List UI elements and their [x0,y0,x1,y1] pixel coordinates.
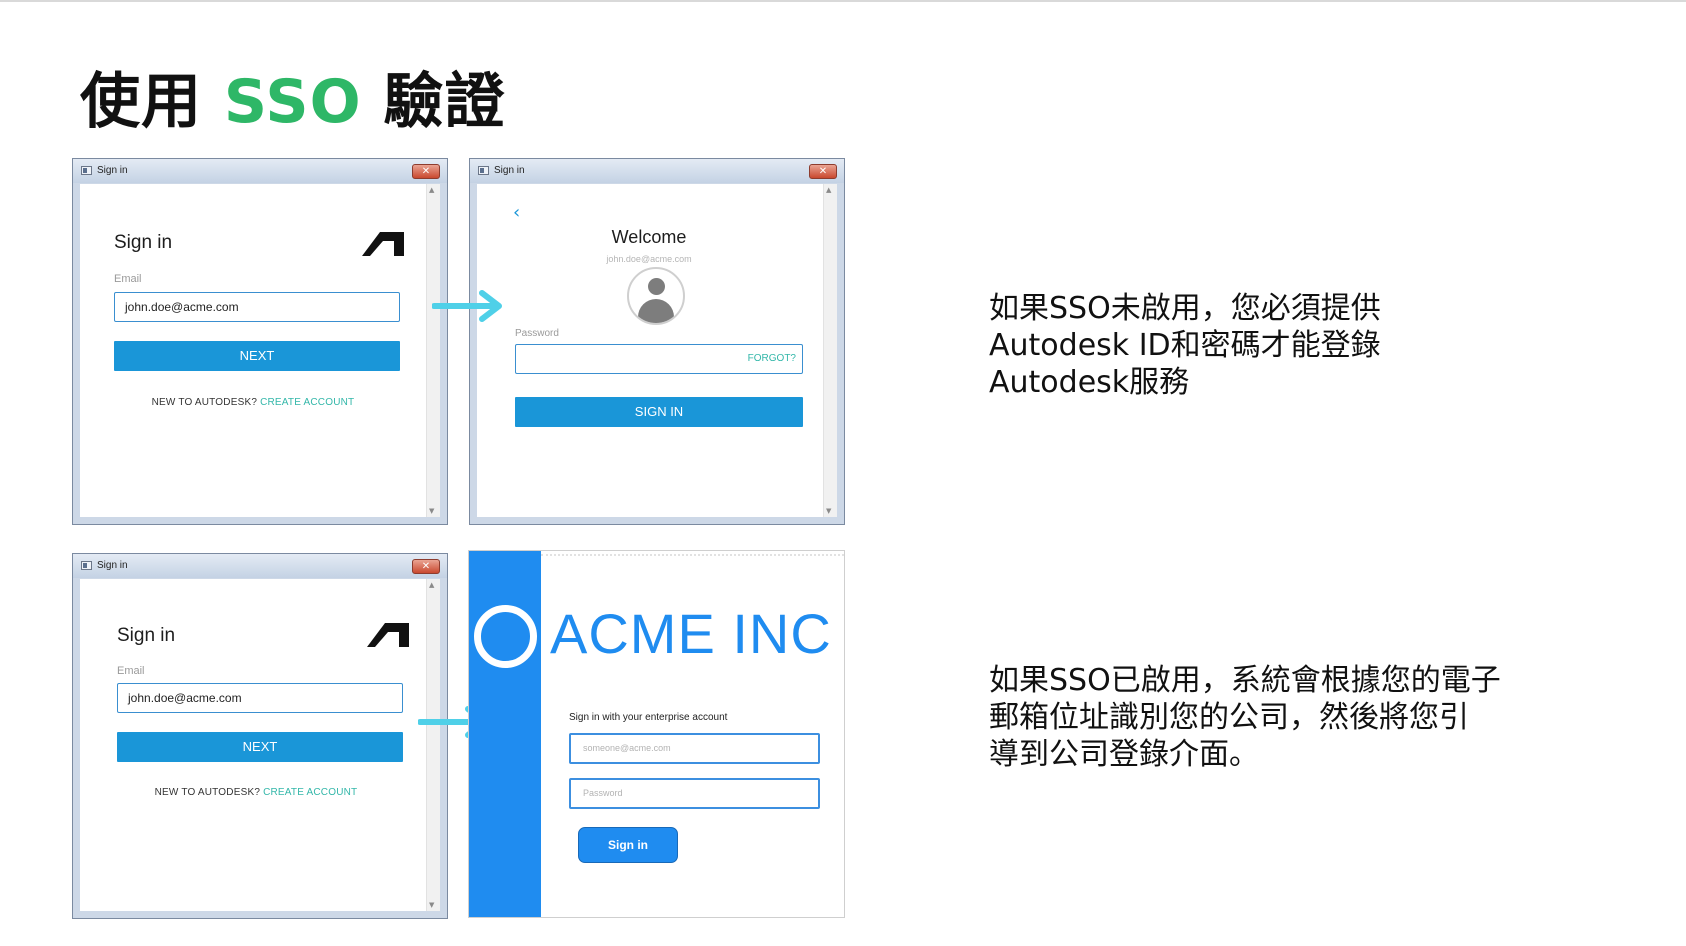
enterprise-email-input[interactable]: someone@acme.com [569,733,820,764]
acme-enterprise-signin: ACME INC Sign in with your enterprise ac… [468,550,845,918]
close-icon[interactable]: ✕ [809,164,837,179]
next-button[interactable]: NEXT [117,732,403,762]
window-title: Sign in [494,165,525,176]
scroll-up-icon[interactable]: ▲ [429,581,434,589]
enterprise-signin-button[interactable]: Sign in [578,827,678,863]
signin-heading: Sign in [114,232,173,253]
title-prefix: 使用 [80,67,224,137]
sso-enabled-description: 如果SSO已啟用，系統會根據您的電子 郵箱位址識別您的公司，然後將您引 導到公司… [989,663,1501,772]
email-field[interactable]: john.doe@acme.com [117,683,403,713]
title-suffix: 驗證 [361,67,506,137]
vertical-scrollbar[interactable]: ▲ ▼ [823,184,837,517]
password-window: Sign in ✕ ‹ Welcome john.doe@acme.com Pa… [469,158,845,525]
window-title: Sign in [97,165,128,176]
window-title: Sign in [97,560,128,571]
app-icon [478,166,489,175]
scroll-down-icon[interactable]: ▼ [826,507,831,515]
window-titlebar[interactable]: Sign in ✕ [73,554,447,578]
signin-window-top: Sign in ✕ Sign in Email john.doe@acme.co… [72,158,448,525]
welcome-email: john.doe@acme.com [606,254,692,264]
enterprise-account-label: Sign in with your enterprise account [569,712,728,723]
vertical-scrollbar[interactable]: ▲ ▼ [426,579,440,911]
scroll-down-icon[interactable]: ▼ [429,507,434,515]
scroll-up-icon[interactable]: ▲ [429,186,434,194]
user-avatar-icon [627,267,685,325]
close-icon[interactable]: ✕ [412,559,440,574]
new-to-autodesk-text: NEW TO AUTODESK? [151,397,261,408]
acme-brand-name: ACME INC [550,602,832,665]
window-content: ‹ Welcome john.doe@acme.com Password FOR… [477,184,837,517]
top-divider [0,0,1686,2]
title-accent: SSO [223,67,362,137]
new-account-line: NEW TO AUTODESK? CREATE ACCOUNT [80,397,433,408]
dotted-border [541,554,844,556]
create-account-link[interactable]: CREATE ACCOUNT [260,397,354,408]
forgot-link[interactable]: FORGOT? [748,345,796,373]
password-label: Password [515,328,559,339]
new-to-autodesk-text: NEW TO AUTODESK? [154,787,264,798]
create-account-link[interactable]: CREATE ACCOUNT [263,787,357,798]
signin-heading: Sign in [117,625,176,646]
app-icon [81,166,92,175]
welcome-heading: Welcome [611,227,687,247]
window-titlebar[interactable]: Sign in ✕ [470,159,844,183]
slide-title: 使用 SSO 驗證 [80,62,506,142]
scroll-up-icon[interactable]: ▲ [826,186,831,194]
signin-button[interactable]: SIGN IN [515,397,803,427]
back-chevron-icon[interactable]: ‹ [513,202,520,223]
vertical-scrollbar[interactable]: ▲ ▼ [426,184,440,517]
enterprise-password-input[interactable]: Password [569,778,820,809]
password-field[interactable]: FORGOT? [515,344,803,374]
new-account-line: NEW TO AUTODESK? CREATE ACCOUNT [80,787,436,798]
sso-disabled-description: 如果SSO未啟用，您必須提供 Autodesk ID和密碼才能登錄 Autode… [989,291,1381,400]
window-content: Sign in Email john.doe@acme.com NEXT NEW… [80,184,440,517]
app-icon [81,561,92,570]
autodesk-logo-icon [362,232,404,256]
scroll-down-icon[interactable]: ▼ [429,901,434,909]
close-icon[interactable]: ✕ [412,164,440,179]
email-label: Email [114,273,142,285]
autodesk-logo-icon [367,623,409,647]
signin-window-bottom: Sign in ✕ Sign in Email john.doe@acme.co… [72,553,448,919]
acme-ring-logo-icon [474,605,537,668]
email-label: Email [117,665,145,677]
window-content: Sign in Email john.doe@acme.com NEXT NEW… [80,579,440,911]
window-titlebar[interactable]: Sign in ✕ [73,159,447,183]
email-field[interactable]: john.doe@acme.com [114,292,400,322]
flow-arrow-icon [432,290,502,322]
next-button[interactable]: NEXT [114,341,400,371]
